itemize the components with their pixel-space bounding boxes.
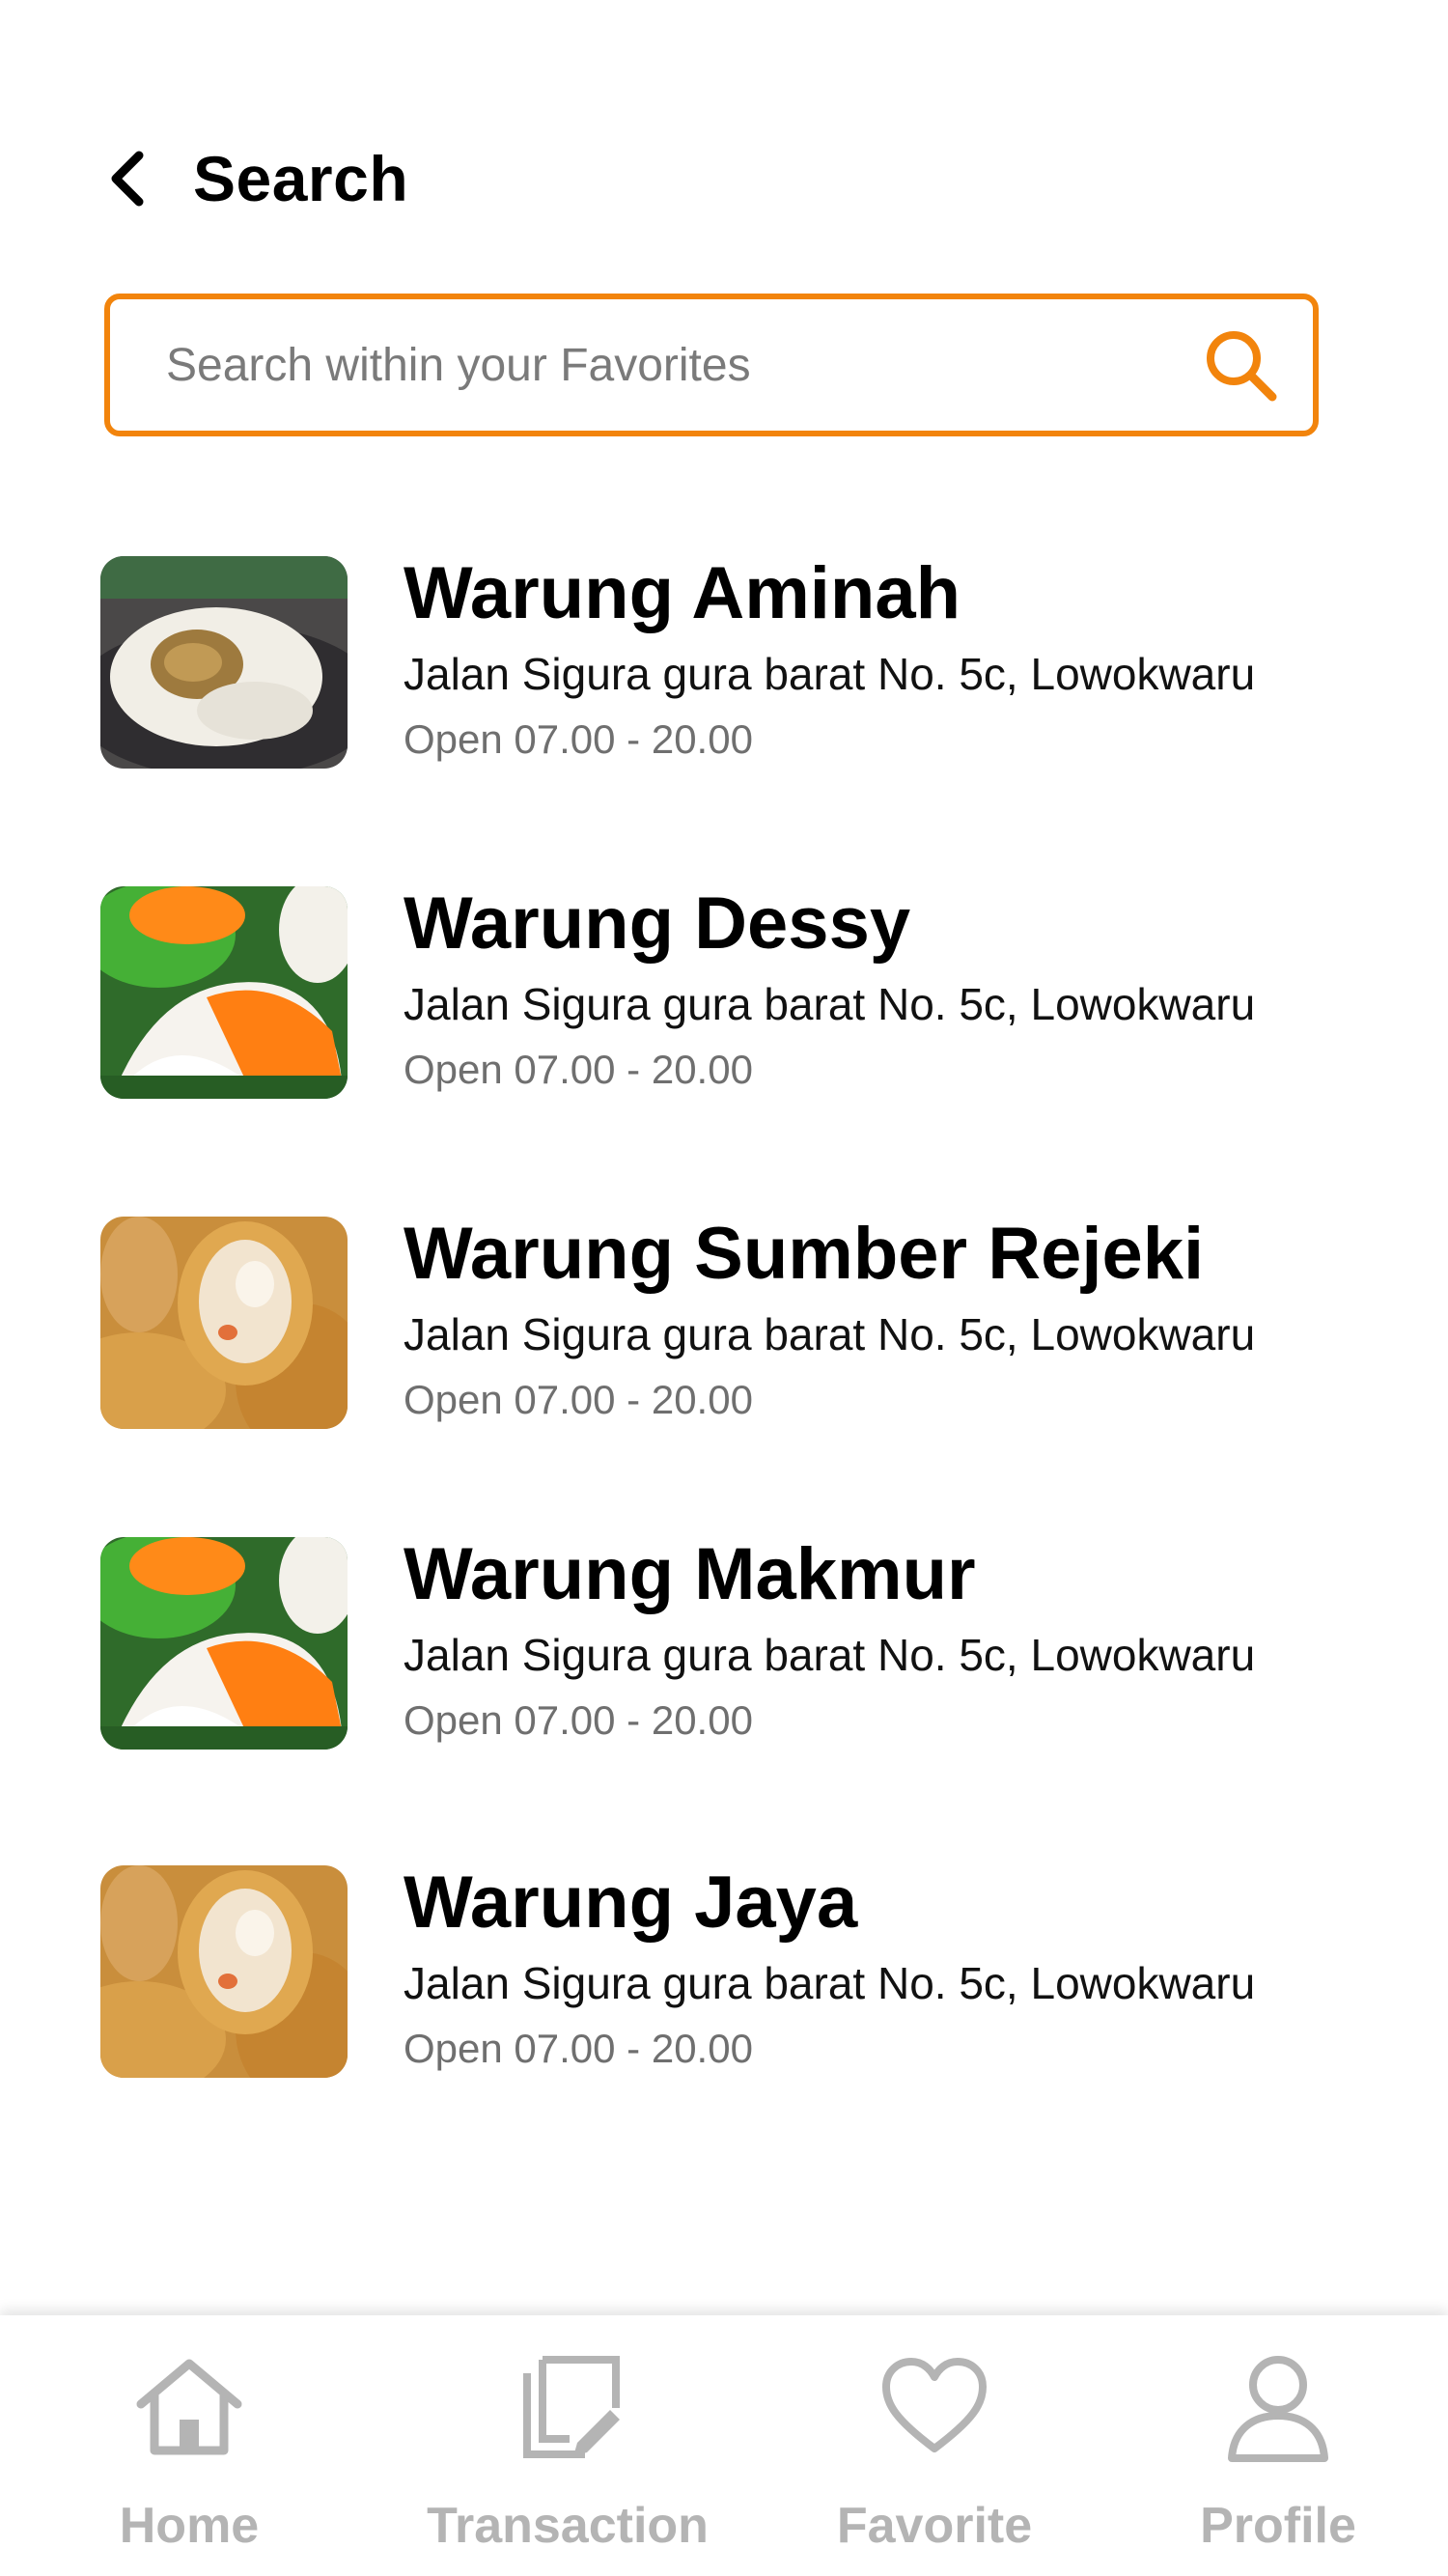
restaurant-address: Jalan Sigura gura barat No. 5c, Lowokwar… <box>404 1958 1256 2008</box>
opening-hours: Open 07.00 - 20.00 <box>404 716 753 762</box>
opening-hours: Open 07.00 - 20.00 <box>404 1697 753 1743</box>
search-icon <box>1207 331 1277 402</box>
search-input[interactable] <box>164 337 1201 393</box>
opening-hours: Open 07.00 - 20.00 <box>404 1377 753 1422</box>
opening-hours: Open 07.00 - 20.00 <box>404 2026 753 2071</box>
restaurant-name: Warung Sumber Rejeki <box>404 1213 1205 1295</box>
restaurant-address: Jalan Sigura gura barat No. 5c, Lowokwar… <box>404 1309 1256 1359</box>
bottom-navigation: Home Transaction Favorite Profile <box>0 2315 1448 2576</box>
restaurant-name: Warung Jaya <box>404 1862 858 1944</box>
layered-cake-photo <box>100 1537 348 1750</box>
nav-transaction[interactable]: Transaction <box>423 2350 712 2554</box>
list-item[interactable]: Warung Jaya Jalan Sigura gura barat No. … <box>100 1860 1346 2082</box>
search-button[interactable] <box>1201 325 1280 405</box>
dumpling-photo <box>100 556 348 769</box>
chevron-left-icon <box>111 151 144 207</box>
nav-profile[interactable]: Profile <box>1133 2350 1423 2554</box>
restaurant-name: Warung Aminah <box>404 552 961 634</box>
nav-label: Profile <box>1200 2498 1356 2554</box>
home-icon <box>136 2359 242 2455</box>
heart-icon <box>882 2358 987 2452</box>
restaurant-address: Jalan Sigura gura barat No. 5c, Lowokwar… <box>404 979 1256 1029</box>
fried-roll-photo <box>100 1217 348 1429</box>
restaurant-address: Jalan Sigura gura barat No. 5c, Lowokwar… <box>404 1630 1256 1680</box>
layered-cake-photo <box>100 886 348 1099</box>
list-item[interactable]: Warung Dessy Jalan Sigura gura barat No.… <box>100 881 1346 1103</box>
nav-label: Home <box>119 2498 260 2554</box>
opening-hours: Open 07.00 - 20.00 <box>404 1047 753 1092</box>
fried-roll-photo <box>100 1865 348 2078</box>
user-icon <box>1228 2356 1328 2462</box>
nav-favorite[interactable]: Favorite <box>790 2350 1079 2554</box>
nav-label: Favorite <box>836 2498 1033 2554</box>
page-title: Search <box>193 143 409 214</box>
transaction-icon <box>523 2356 620 2458</box>
search-bar <box>104 294 1319 436</box>
list-item[interactable]: Warung Sumber Rejeki Jalan Sigura gura b… <box>100 1211 1346 1433</box>
list-item[interactable]: Warung Makmur Jalan Sigura gura barat No… <box>100 1531 1346 1753</box>
nav-label: Transaction <box>427 2498 709 2554</box>
list-item[interactable]: Warung Aminah Jalan Sigura gura barat No… <box>100 550 1346 772</box>
back-button[interactable] <box>106 135 164 222</box>
nav-home[interactable]: Home <box>44 2350 334 2554</box>
restaurant-address: Jalan Sigura gura barat No. 5c, Lowokwar… <box>404 649 1256 699</box>
restaurant-name: Warung Makmur <box>404 1533 976 1615</box>
restaurant-name: Warung Dessy <box>404 882 911 965</box>
header: Search <box>106 135 408 222</box>
